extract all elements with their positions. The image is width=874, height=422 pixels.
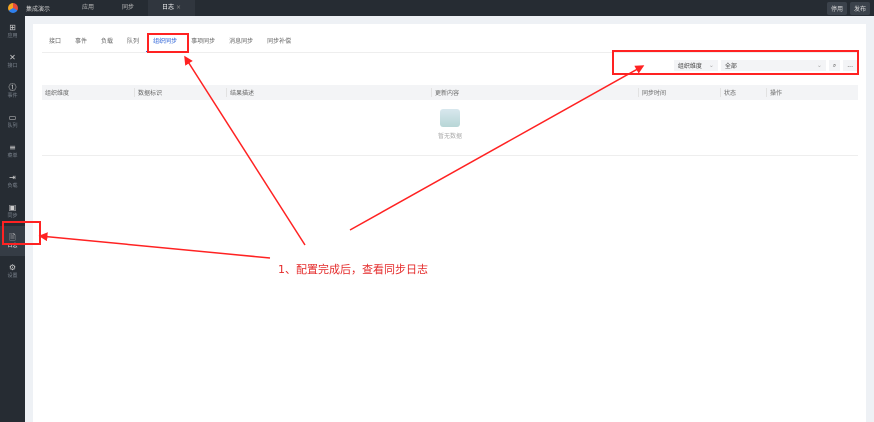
annotation-arrows [38,55,645,259]
annotation-text: 1、配置完成后，查看同步日志 [278,263,428,276]
